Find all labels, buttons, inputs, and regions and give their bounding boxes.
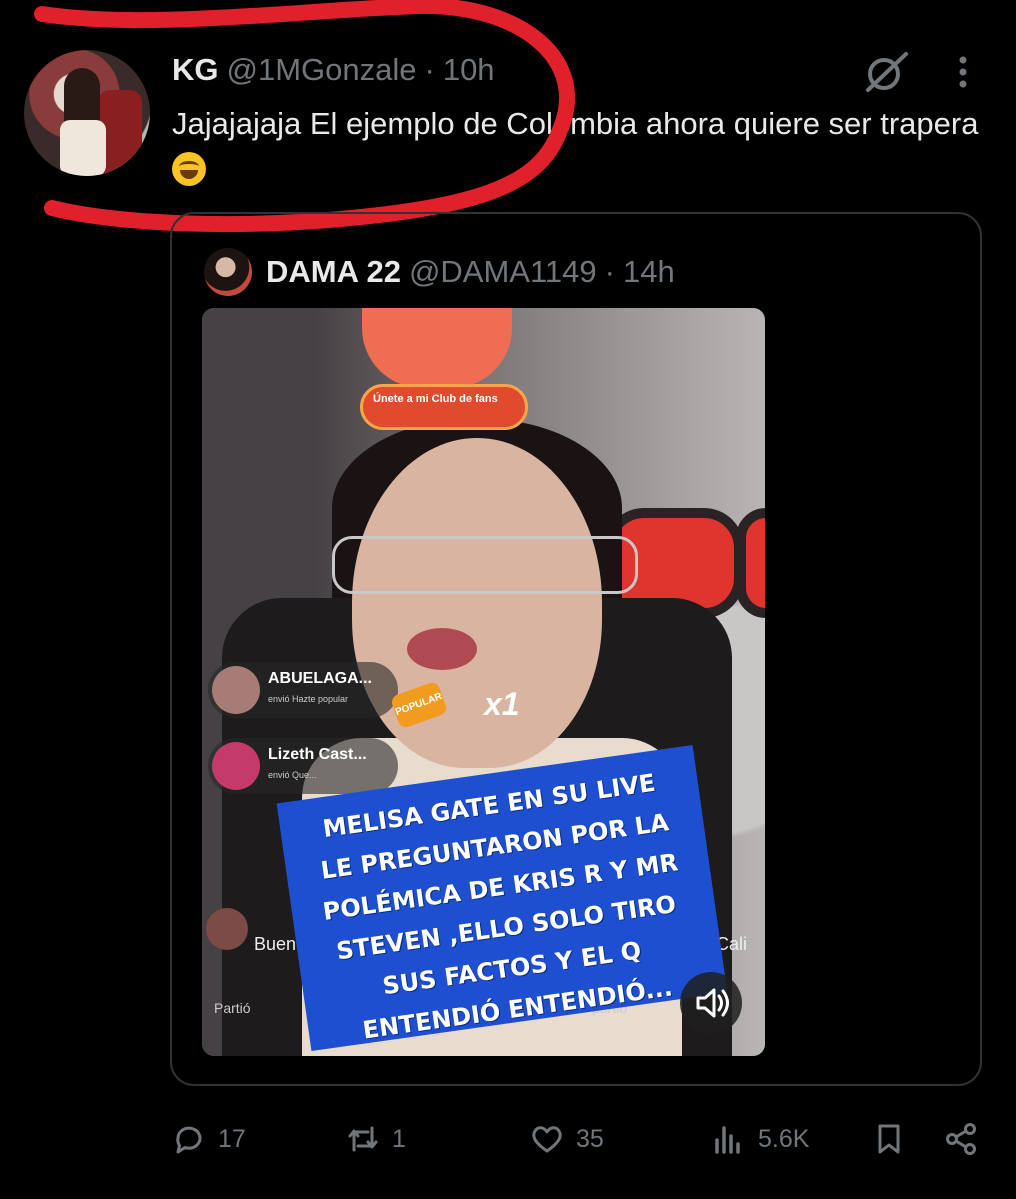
quoted-author-avatar[interactable] [204, 248, 252, 296]
repost-icon [348, 1126, 378, 1152]
views-count: 5.6K [758, 1124, 810, 1153]
quoted-author-handle[interactable]: @DAMA1149 [409, 254, 597, 289]
share-button[interactable] [944, 1114, 978, 1164]
gift-text: envió Hazte popular [268, 694, 349, 704]
like-count: 35 [576, 1124, 604, 1153]
gift-user-name: ABUELAGA... [268, 670, 372, 687]
quoted-author-name[interactable]: DAMA 22 [266, 254, 401, 289]
more-icon[interactable] [950, 54, 976, 90]
gift-user-name: Lizeth Cast... [268, 746, 367, 763]
author-name[interactable]: KG [172, 52, 219, 87]
reply-button[interactable]: 17 [172, 1114, 246, 1164]
sound-toggle-button[interactable] [680, 972, 742, 1034]
video-media[interactable]: Únete a mi Club de fans ABUELAGA... envi… [202, 308, 765, 1056]
repost-count: 1 [392, 1124, 406, 1153]
sound-icon [696, 988, 729, 1018]
gift-text: envió Que... [268, 770, 317, 780]
separator: · [604, 254, 615, 289]
tweet-header: KG @1MGonzale · 10h [172, 50, 495, 90]
share-icon [946, 1123, 976, 1155]
gift-notification: ABUELAGA... envió Hazte popular [208, 662, 398, 718]
rofl-emoji-icon [172, 152, 206, 186]
reply-count: 17 [218, 1124, 246, 1153]
tweet-time[interactable]: 10h [443, 52, 495, 87]
tweet-text-body: Jajajajaja El ejemplo de Colombia ahora … [172, 106, 979, 141]
separator: · [424, 52, 435, 87]
gift-notification: Lizeth Cast... envió Que... [208, 738, 398, 794]
reply-icon [176, 1126, 202, 1154]
quoted-tweet-header: DAMA 22 @DAMA1149 · 14h [266, 252, 675, 292]
bookmark-icon [878, 1124, 900, 1154]
like-button[interactable]: 35 [530, 1114, 604, 1164]
club-banner: Únete a mi Club de fans [360, 384, 528, 430]
views-icon [715, 1126, 740, 1154]
grok-icon[interactable] [862, 50, 910, 94]
multiplier-text: x1 [484, 686, 520, 722]
comment-text: Buen [254, 934, 297, 954]
bookmark-button[interactable] [872, 1114, 906, 1164]
commenter-avatar [206, 908, 248, 950]
quoted-tweet-time[interactable]: 14h [623, 254, 675, 289]
author-handle[interactable]: @1MGonzale [227, 52, 417, 87]
like-icon [532, 1126, 562, 1153]
author-avatar[interactable] [24, 50, 150, 176]
action-bar: 17 1 35 5.6K [0, 1114, 1016, 1164]
tweet-text: Jajajajaja El ejemplo de Colombia ahora … [172, 100, 992, 196]
share-text: Partió [214, 1000, 251, 1016]
repost-button[interactable]: 1 [346, 1114, 406, 1164]
views-button[interactable]: 5.6K [712, 1114, 809, 1164]
